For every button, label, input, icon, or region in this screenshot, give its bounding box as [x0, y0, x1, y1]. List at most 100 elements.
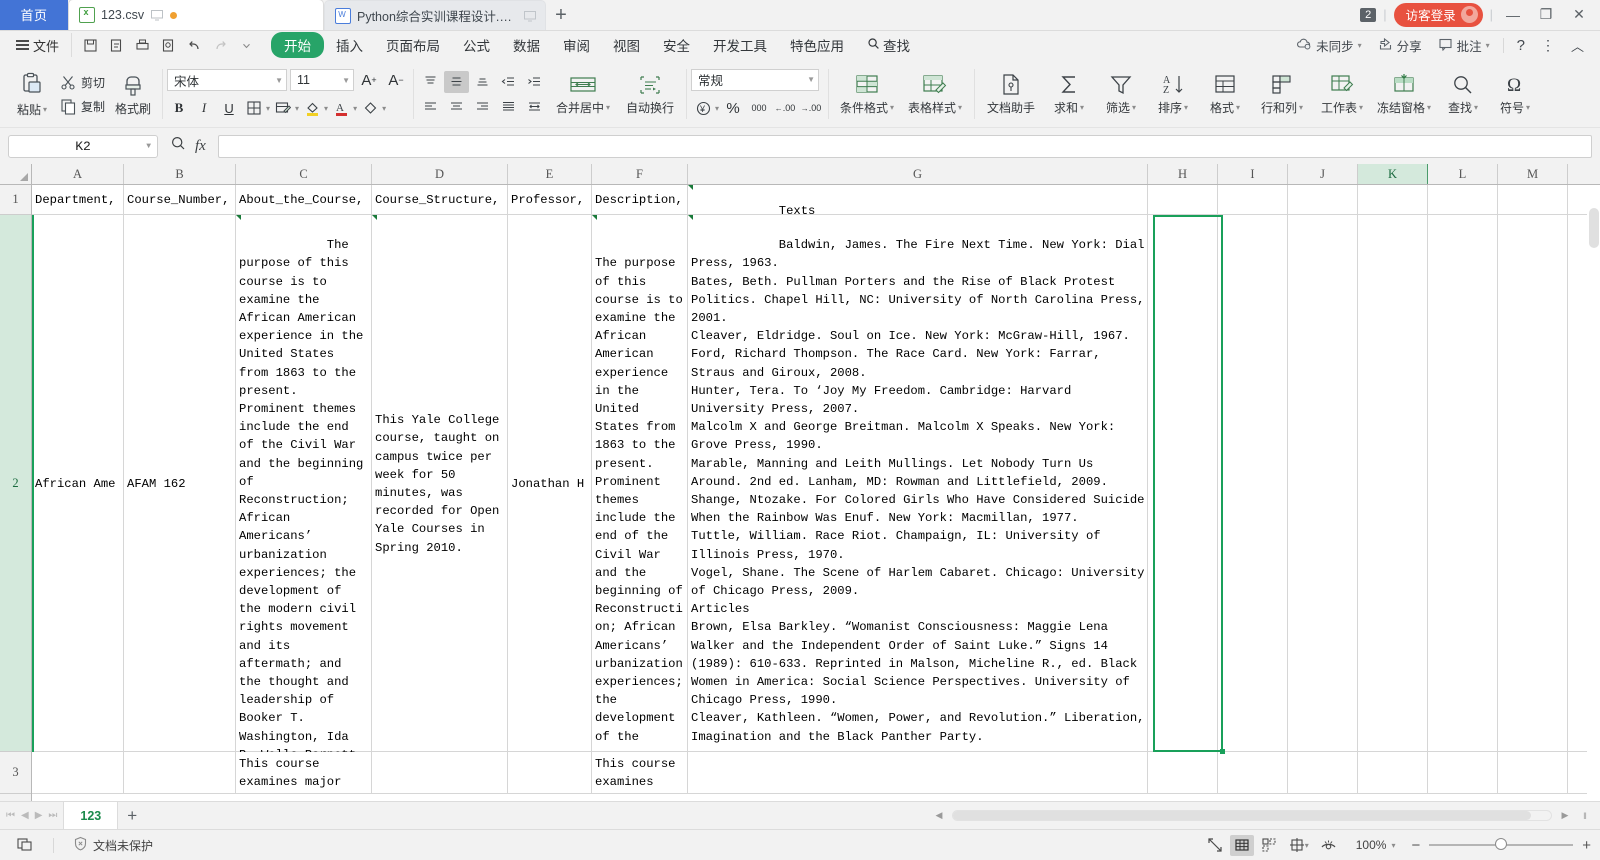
rows-columns-button[interactable]: 行和列 ▾ — [1251, 63, 1313, 125]
borders-button[interactable]: ▾ — [242, 97, 270, 120]
document-tab-doc[interactable]: Python综合实训课程设计.doc — [324, 0, 546, 30]
align-right-button[interactable] — [470, 96, 495, 118]
hscroll-right-button[interactable]: ▶ — [1558, 810, 1572, 821]
collapse-ribbon-button[interactable]: ︿ — [1564, 33, 1591, 58]
split-handle[interactable]: ‖ — [1578, 811, 1592, 821]
tab-start[interactable]: 开始 — [271, 32, 325, 58]
cell-K3[interactable] — [1358, 752, 1428, 794]
cell-L1[interactable] — [1428, 185, 1498, 215]
cell-G1[interactable]: Texts — [688, 185, 1148, 215]
next-sheet-button[interactable]: ▶ — [35, 810, 43, 821]
format-button[interactable]: 格式 ▾ — [1199, 63, 1251, 125]
column-header-L[interactable]: L — [1428, 164, 1498, 184]
row-header-1[interactable]: 1 — [0, 185, 31, 215]
prev-sheet-button[interactable]: ◀ — [21, 810, 29, 821]
zoom-slider[interactable] — [1429, 838, 1574, 850]
cell-L2[interactable] — [1428, 215, 1498, 752]
document-tab-csv[interactable]: 123.csv — [68, 0, 324, 30]
redo-icon[interactable] — [208, 33, 233, 57]
paste-button[interactable]: 粘贴 ▾ — [8, 63, 56, 125]
align-middle-button[interactable] — [444, 70, 470, 93]
decrease-font-size-button[interactable]: A − — [384, 69, 408, 92]
tab-dev-tools[interactable]: 开发工具 — [702, 32, 778, 58]
cell-J3[interactable] — [1288, 752, 1358, 794]
save-icon[interactable] — [78, 33, 103, 57]
cell-I3[interactable] — [1218, 752, 1288, 794]
font-color-button[interactable]: A ▾ — [329, 97, 357, 120]
row-header-2[interactable]: 2 — [0, 215, 31, 752]
restore-button[interactable]: ❐ — [1533, 0, 1559, 30]
cell-B1[interactable]: Course_Number, — [124, 185, 236, 215]
hscroll-left-button[interactable]: ◀ — [932, 810, 946, 821]
conditional-format-button[interactable]: 条件格式 ▾ — [833, 63, 901, 125]
cut-button[interactable]: 剪切 — [56, 72, 109, 93]
tab-view[interactable]: 视图 — [602, 32, 651, 58]
underline-button[interactable]: U — [217, 97, 241, 120]
cell-C2[interactable]: The purpose of this course is to examine… — [236, 215, 372, 752]
home-tab[interactable]: 首页 — [0, 0, 68, 30]
cell-M2[interactable] — [1498, 215, 1568, 752]
font-family-select[interactable]: 宋体 ▼ — [167, 69, 288, 91]
cell-K1[interactable] — [1358, 185, 1428, 215]
cell-H1[interactable] — [1148, 185, 1218, 215]
autosum-button[interactable]: 求和 ▾ — [1043, 63, 1095, 125]
filter-button[interactable]: 筛选 ▾ — [1095, 63, 1147, 125]
cell-A1[interactable]: Department, — [32, 185, 124, 215]
name-box[interactable]: K2 ▼ — [8, 134, 158, 158]
comment-button[interactable]: 批注 ▾ — [1431, 33, 1497, 58]
formula-input[interactable] — [217, 134, 1592, 158]
zoom-level-button[interactable]: 100% ▾ — [1349, 838, 1403, 852]
format-painter-button[interactable]: 格式刷 — [109, 63, 157, 125]
cell-G3[interactable] — [688, 752, 1148, 794]
tab-insert[interactable]: 插入 — [325, 32, 374, 58]
cell-H2[interactable] — [1148, 215, 1218, 752]
share-button[interactable]: 分享 — [1371, 33, 1429, 58]
cell-A3[interactable] — [32, 752, 124, 794]
column-header-E[interactable]: E — [508, 164, 592, 184]
row-header-3[interactable]: 3 — [0, 752, 31, 794]
tab-monitor-icon[interactable] — [150, 8, 164, 22]
fill-color-button[interactable]: ▾ — [300, 97, 328, 120]
tab-data[interactable]: 数据 — [502, 32, 551, 58]
reading-mode-icon[interactable] — [1317, 835, 1341, 856]
first-sheet-button[interactable]: ⏮ — [6, 810, 15, 821]
font-size-select[interactable]: 11 ▼ — [290, 69, 355, 91]
print-preview-icon[interactable] — [104, 33, 129, 57]
sort-button[interactable]: AZ 排序 ▾ — [1147, 63, 1199, 125]
page-break-icon[interactable]: ▾ — [1284, 835, 1314, 856]
print-icon[interactable] — [130, 33, 155, 57]
zoom-in-button[interactable]: + — [1582, 837, 1591, 854]
column-header-B[interactable]: B — [124, 164, 236, 184]
tab-find[interactable]: 查找 — [856, 32, 921, 58]
cell-style-button[interactable]: ▾ — [271, 97, 299, 120]
align-center-button[interactable] — [444, 96, 469, 118]
justify-button[interactable] — [496, 96, 521, 118]
help-button[interactable]: ? — [1510, 34, 1532, 57]
tab-review[interactable]: 审阅 — [552, 32, 601, 58]
increase-indent-button[interactable] — [522, 71, 547, 93]
freeze-panes-button[interactable]: 冻结窗格 ▾ — [1371, 63, 1437, 125]
sheet-tab-123[interactable]: 123 — [63, 802, 119, 829]
cell-D3[interactable] — [372, 752, 508, 794]
worksheet-button[interactable]: 工作表 ▾ — [1313, 63, 1371, 125]
decrease-decimal-button[interactable]: → .00 — [799, 97, 823, 120]
cell-H3[interactable] — [1148, 752, 1218, 794]
zoom-slider-knob[interactable] — [1495, 838, 1508, 850]
number-format-select[interactable]: 常规 ▼ — [691, 68, 820, 91]
italic-button[interactable]: I — [192, 97, 216, 120]
new-tab-button[interactable]: + — [546, 0, 576, 30]
wrap-text-button[interactable]: 自动换行 — [619, 63, 681, 125]
cell-B2[interactable]: AFAM 162 — [124, 215, 236, 752]
cell-L3[interactable] — [1428, 752, 1498, 794]
file-menu-button[interactable]: 文件 — [8, 36, 67, 55]
cell-J1[interactable] — [1288, 185, 1358, 215]
tab-formula[interactable]: 公式 — [452, 32, 501, 58]
normal-view-icon[interactable] — [1229, 834, 1254, 856]
tab-count-badge[interactable]: 2 — [1360, 7, 1377, 22]
cell-mode-button[interactable] — [9, 835, 41, 856]
column-header-J[interactable]: J — [1288, 164, 1358, 184]
increase-decimal-button[interactable]: ← .00 — [773, 97, 797, 120]
decrease-indent-button[interactable] — [496, 71, 521, 93]
doc-assistant-button[interactable]: 文档助手 — [979, 63, 1043, 125]
cell-G2[interactable]: Baldwin, James. The Fire Next Time. New … — [688, 215, 1148, 752]
